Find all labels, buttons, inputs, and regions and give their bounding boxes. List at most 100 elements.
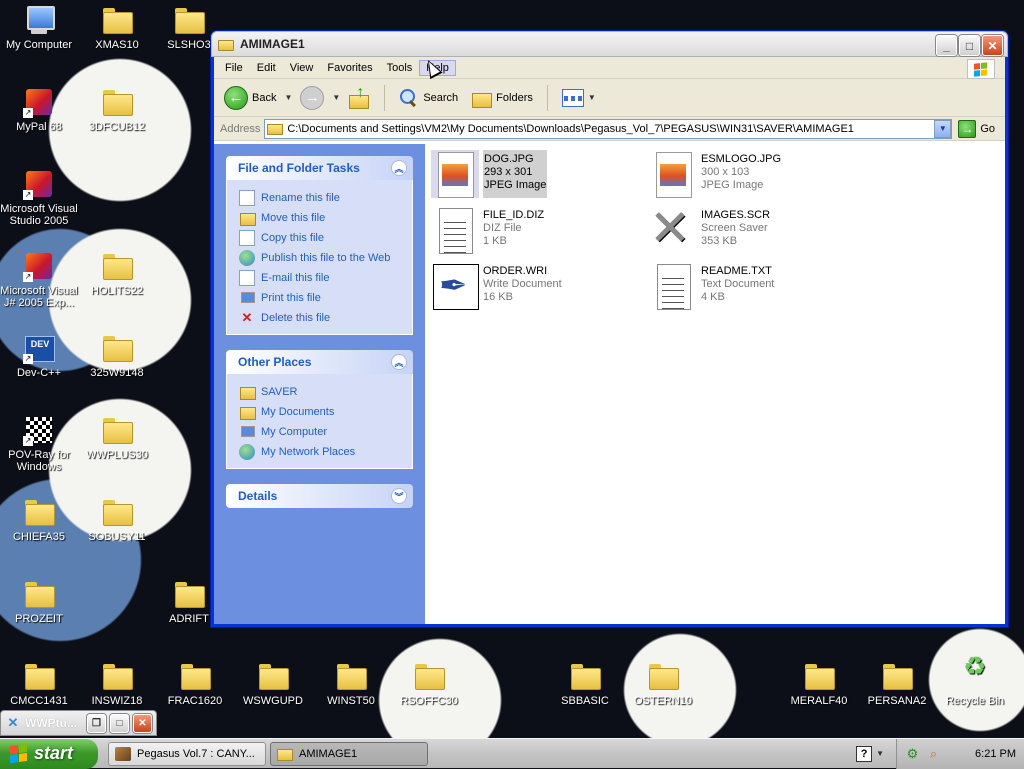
panel-header[interactable]: Other Places ︽ — [226, 350, 413, 374]
desktop-icon-visual-studio[interactable]: Microsoft Visual Studio 2005 — [0, 168, 78, 227]
jpeg-icon — [649, 150, 697, 198]
task-print[interactable]: Print this file — [239, 288, 402, 308]
desktop-icon-folder[interactable]: PROZEIT — [0, 578, 78, 625]
desktop-icon-folder[interactable]: RSOFFC30 — [390, 660, 468, 707]
folder-icon — [23, 660, 55, 692]
desktop-icon-my-computer[interactable]: My Computer — [0, 4, 78, 51]
menu-file[interactable]: File — [218, 60, 250, 76]
folder-icon — [239, 404, 256, 420]
task-email[interactable]: E-mail this file — [239, 268, 402, 288]
desktop-icon-recycle-bin[interactable]: Recycle Bin — [936, 660, 1014, 707]
desktop-icon-folder[interactable]: OSTERN10 — [624, 660, 702, 707]
file-item-order-wri[interactable]: ORDER.WRI Write Document 16 KB — [431, 262, 641, 310]
back-history-dropdown[interactable]: ▼ — [284, 93, 292, 102]
file-item-dog-jpg[interactable]: DOG.JPG 293 x 301 JPEG Image — [431, 150, 641, 198]
place-my-network-places[interactable]: My Network Places — [239, 442, 402, 462]
go-button[interactable]: → Go — [952, 119, 1005, 138]
details-panel: Details ︾ — [226, 484, 413, 508]
desktop-icon-folder[interactable]: INSWIZ18 — [78, 660, 156, 707]
task-rename[interactable]: Rename this file — [239, 188, 402, 208]
taskbar-item-label: AMIMAGE1 — [299, 747, 358, 760]
desktop-icon-povray[interactable]: POV-Ray for Windows — [0, 414, 78, 473]
search-icon[interactable]: ⌕ — [926, 746, 941, 761]
task-delete[interactable]: ✕ Delete this file — [239, 308, 402, 328]
publish-icon — [239, 250, 255, 266]
search-button[interactable]: Search — [395, 86, 462, 110]
up-folder-button[interactable] — [344, 84, 374, 111]
address-dropdown-button[interactable]: ▼ — [934, 119, 952, 138]
file-size: 16 KB — [483, 291, 513, 303]
menu-tools[interactable]: Tools — [380, 60, 420, 76]
folder-icon — [413, 660, 445, 692]
maximize-button[interactable]: □ — [959, 35, 980, 56]
minimized-window[interactable]: ✕ WWPtu... ❐ □ ✕ — [0, 710, 157, 736]
maximize-icon: □ — [116, 717, 123, 729]
task-label: Copy this file — [261, 232, 324, 244]
collapse-button[interactable]: ︽ — [391, 354, 407, 370]
clock[interactable]: 6:21 PM — [975, 748, 1016, 760]
forward-history-dropdown[interactable]: ▼ — [332, 93, 340, 102]
desktop-icon-folder[interactable]: 325W9148 — [78, 332, 156, 379]
menu-favorites[interactable]: Favorites — [320, 60, 379, 76]
desktop-icon-folder[interactable]: 3DFCUB12 — [78, 86, 156, 133]
toolbar-separator — [384, 84, 386, 111]
place-my-computer[interactable]: My Computer — [239, 422, 402, 442]
task-publish[interactable]: Publish this file to the Web — [239, 248, 402, 268]
window-titlebar[interactable]: AMIMAGE1 _ □ ✕ — [211, 31, 1008, 57]
chevron-down-icon: ︾ — [394, 491, 404, 502]
place-saver[interactable]: SAVER — [239, 382, 402, 402]
close-button[interactable]: ✕ — [982, 35, 1003, 56]
desktop-icon-folder[interactable]: SBBASIC — [546, 660, 624, 707]
maximize-button[interactable]: □ — [110, 713, 129, 733]
taskbar-item-amimage1[interactable]: AMIMAGE1 — [270, 741, 428, 766]
task-copy[interactable]: Copy this file — [239, 228, 402, 248]
chevron-down-icon: ▼ — [587, 93, 596, 102]
desktop-icon-folder[interactable]: CMCC1431 — [0, 660, 78, 707]
views-button[interactable]: ▼ — [558, 87, 600, 109]
menu-view[interactable]: View — [283, 60, 321, 76]
folders-button[interactable]: Folders — [466, 87, 537, 109]
file-item-file-id-diz[interactable]: FILE_ID.DIZ DIZ File 1 KB — [431, 206, 641, 254]
network-icon[interactable]: ⚙ — [905, 746, 920, 761]
desktop-icon-devcpp[interactable]: Dev-C++ — [0, 332, 78, 379]
file-name: IMAGES.SCR — [701, 209, 771, 221]
file-item-readme-txt[interactable]: README.TXT Text Document 4 KB — [649, 262, 859, 310]
help-icon[interactable]: ? — [856, 745, 873, 762]
desktop-icon-mypal[interactable]: MyPal 68 — [0, 86, 78, 133]
desktop-icon-folder[interactable]: WSWGUPD — [234, 660, 312, 707]
desktop-icon-label: HOLITS22 — [91, 285, 143, 297]
folder-icon — [218, 38, 234, 51]
file-item-esmlogo-jpg[interactable]: ESMLOGO.JPG 300 x 103 JPEG Image — [649, 150, 859, 198]
desktop-icon-folder[interactable]: XMAS10 — [78, 4, 156, 51]
file-name: DOG.JPG — [484, 153, 534, 165]
restore-button[interactable]: ❐ — [87, 713, 106, 733]
back-button[interactable]: ← Back — [220, 84, 280, 112]
start-button[interactable]: start — [0, 738, 98, 769]
file-item-images-scr[interactable]: IMAGES.SCR Screen Saver 353 KB — [649, 200, 859, 256]
forward-button[interactable]: → — [296, 84, 328, 112]
file-name: ESMLOGO.JPG — [701, 153, 782, 165]
desktop-icon-folder[interactable]: CHIEFA35 — [0, 496, 78, 543]
desktop-icon-folder[interactable]: WINST50 — [312, 660, 390, 707]
panel-header[interactable]: File and Folder Tasks ︽ — [226, 156, 413, 180]
task-move[interactable]: Move this file — [239, 208, 402, 228]
desktop-icon-folder[interactable]: HOLITS22 — [78, 250, 156, 297]
desktop-icon-folder[interactable]: FRAC1620 — [156, 660, 234, 707]
close-button[interactable]: ✕ — [133, 713, 152, 733]
desktop-icon-folder[interactable]: WWPLUS30 — [78, 414, 156, 461]
collapse-button[interactable]: ︽ — [391, 160, 407, 176]
place-my-documents[interactable]: My Documents — [239, 402, 402, 422]
folder-icon — [173, 578, 205, 610]
menu-edit[interactable]: Edit — [250, 60, 283, 76]
expand-button[interactable]: ︾ — [391, 488, 407, 504]
panel-header[interactable]: Details ︾ — [226, 484, 413, 508]
chevron-down-icon[interactable]: ▼ — [876, 749, 884, 758]
desktop-icon-visual-jsharp[interactable]: Microsoft Visual J# 2005 Exp... — [0, 250, 78, 309]
desktop-icon-label: MERALF40 — [790, 695, 848, 707]
desktop-icon-folder[interactable]: PERSANA2 — [858, 660, 936, 707]
address-input[interactable]: C:\Documents and Settings\VM2\My Documen… — [264, 118, 953, 139]
desktop-icon-folder[interactable]: SOBUSY11 — [78, 496, 156, 543]
taskbar-item-pegasus[interactable]: Pegasus Vol.7 : CANY... — [108, 741, 266, 766]
desktop-icon-folder[interactable]: MERALF40 — [780, 660, 858, 707]
minimize-button[interactable]: _ — [936, 35, 957, 56]
